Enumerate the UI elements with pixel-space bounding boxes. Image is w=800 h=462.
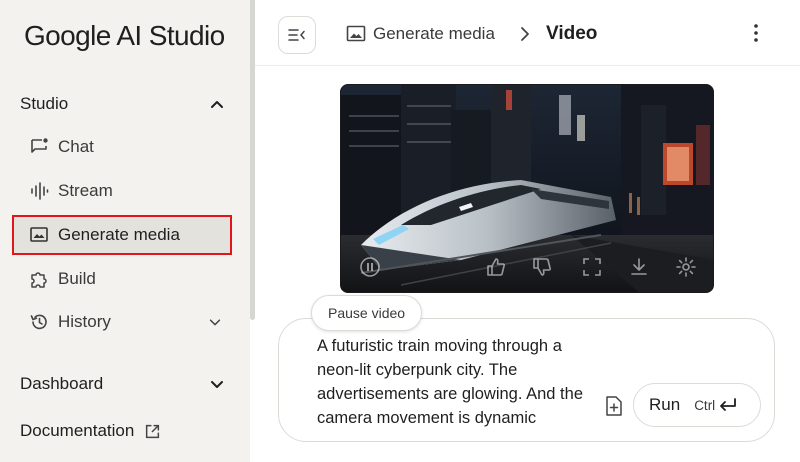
sidebar-item-label: Stream [58,181,113,200]
chat-icon [28,136,50,158]
thumbs-down-icon[interactable] [531,256,553,278]
chevron-up-icon [211,101,223,108]
external-link-icon [146,424,160,438]
app-logo[interactable]: Google AI Studio [24,20,225,52]
collapse-sidebar-icon [288,29,305,41]
add-file-icon[interactable] [605,395,623,417]
waveform-icon [28,180,50,202]
enter-key-icon [720,398,737,411]
sidebar-item-stream[interactable]: Stream [28,176,228,206]
studio-section-header[interactable]: Studio [20,90,225,118]
video-controls [341,252,713,284]
pause-icon[interactable] [359,256,381,278]
download-icon[interactable] [628,256,650,278]
documentation-link[interactable]: Documentation [20,417,225,445]
puzzle-icon [28,268,50,290]
sidebar-item-label: Chat [58,137,94,156]
sidebar-item-label: History [58,312,111,331]
chevron-down-icon[interactable] [208,315,222,329]
image-icon [346,25,366,42]
chevron-down-icon [211,381,223,388]
sidebar-item-generate-media[interactable]: Generate media [12,215,232,255]
sidebar-item-label: Generate media [58,225,180,244]
video-player[interactable] [340,84,714,293]
fullscreen-icon[interactable] [581,256,603,278]
pause-video-tooltip: Pause video [311,295,423,331]
more-options-icon[interactable] [749,22,763,44]
run-shortcut-label: Ctrl [694,397,716,413]
prompt-text[interactable]: A futuristic train moving through a neon… [317,334,602,430]
settings-icon[interactable] [675,256,697,278]
breadcrumb-parent[interactable]: Generate media [373,24,495,44]
main-panel: Generate media Video Pause video A futur… [255,0,800,462]
studio-section-label: Studio [20,94,69,113]
sidebar-item-history[interactable]: History [28,307,228,337]
history-icon [28,311,50,333]
prompt-input[interactable]: A futuristic train moving through a neon… [278,318,775,442]
run-button[interactable]: Run Ctrl [633,383,761,427]
dashboard-section-label: Dashboard [20,374,104,393]
thumbs-up-icon[interactable] [485,256,507,278]
image-icon [28,224,50,246]
dashboard-section-header[interactable]: Dashboard [20,370,225,398]
sidebar: Google AI Studio Studio Chat Stream Gene… [0,0,250,462]
sidebar-item-label: Build [58,269,96,288]
documentation-label: Documentation [20,421,135,440]
chevron-right-icon [521,27,529,41]
sidebar-item-chat[interactable]: Chat [28,132,228,162]
page-title: Video [546,23,598,44]
sidebar-item-build[interactable]: Build [28,264,228,294]
run-button-label: Run [649,395,681,414]
toggle-sidebar-button[interactable] [278,16,316,54]
top-bar: Generate media Video [255,0,800,66]
